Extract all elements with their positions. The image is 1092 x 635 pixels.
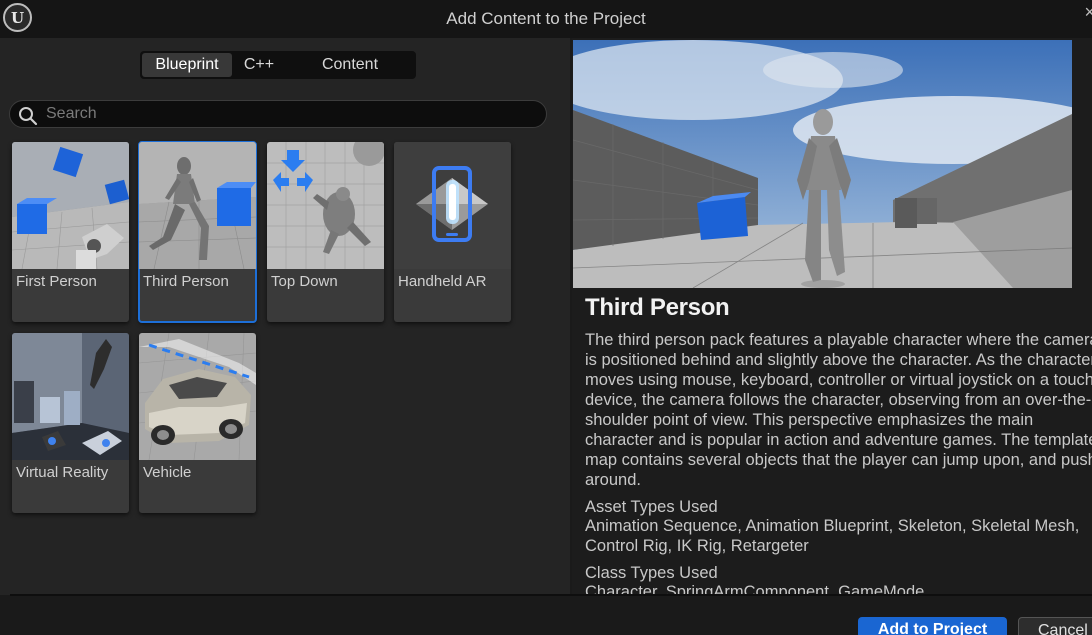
template-preview-image bbox=[573, 40, 1072, 288]
template-tile-third-person[interactable]: Third Person bbox=[138, 141, 257, 323]
template-title: Third Person bbox=[585, 294, 730, 321]
template-tile-first-person[interactable]: First Person bbox=[12, 142, 129, 322]
template-tile-top-down[interactable]: Top Down bbox=[267, 142, 384, 322]
class-types-heading: Class Types Used bbox=[585, 564, 718, 582]
template-tile-virtual-reality[interactable]: Virtual Reality bbox=[12, 333, 129, 513]
vehicle-thumbnail bbox=[139, 333, 256, 460]
template-tile-vehicle[interactable]: Vehicle bbox=[139, 333, 256, 513]
template-detail-panel: Third Person The third person pack featu… bbox=[572, 38, 1092, 595]
template-label: Handheld AR bbox=[398, 273, 487, 290]
search-icon bbox=[19, 107, 38, 126]
template-label: Virtual Reality bbox=[16, 464, 109, 481]
template-browser-panel: Blueprint C++ Content Search First Perso… bbox=[0, 38, 570, 595]
search-input[interactable] bbox=[46, 103, 526, 125]
tab-cpp[interactable]: C++ bbox=[232, 53, 286, 77]
template-tile-handheld-ar[interactable]: Handheld AR bbox=[394, 142, 511, 322]
cancel-button[interactable]: Cancel bbox=[1018, 617, 1092, 635]
template-label: Third Person bbox=[143, 273, 229, 290]
asset-types-heading: Asset Types Used bbox=[585, 498, 718, 516]
first-person-thumbnail bbox=[12, 142, 129, 269]
tab-blueprint[interactable]: Blueprint bbox=[142, 53, 232, 77]
add-to-project-button[interactable]: Add to Project bbox=[858, 617, 1007, 635]
close-icon[interactable]: × bbox=[1084, 2, 1092, 23]
search-box bbox=[9, 100, 547, 128]
template-description: The third person pack features a playabl… bbox=[585, 331, 1092, 489]
template-label: Top Down bbox=[271, 273, 338, 290]
window-title: Add Content to the Project bbox=[446, 9, 646, 28]
top-down-thumbnail bbox=[267, 142, 384, 269]
tab-content[interactable]: Content bbox=[286, 53, 414, 77]
language-tab-bar: Blueprint C++ Content bbox=[140, 51, 416, 79]
asset-types-value: Animation Sequence, Animation Blueprint,… bbox=[585, 517, 1080, 555]
template-label: Vehicle bbox=[143, 464, 192, 481]
handheld-ar-thumbnail bbox=[394, 142, 511, 269]
title-bar: U Add Content to the Project × bbox=[0, 0, 1092, 38]
third-person-thumbnail bbox=[139, 142, 256, 269]
template-label: First Person bbox=[16, 273, 97, 290]
virtual-reality-thumbnail bbox=[12, 333, 129, 460]
